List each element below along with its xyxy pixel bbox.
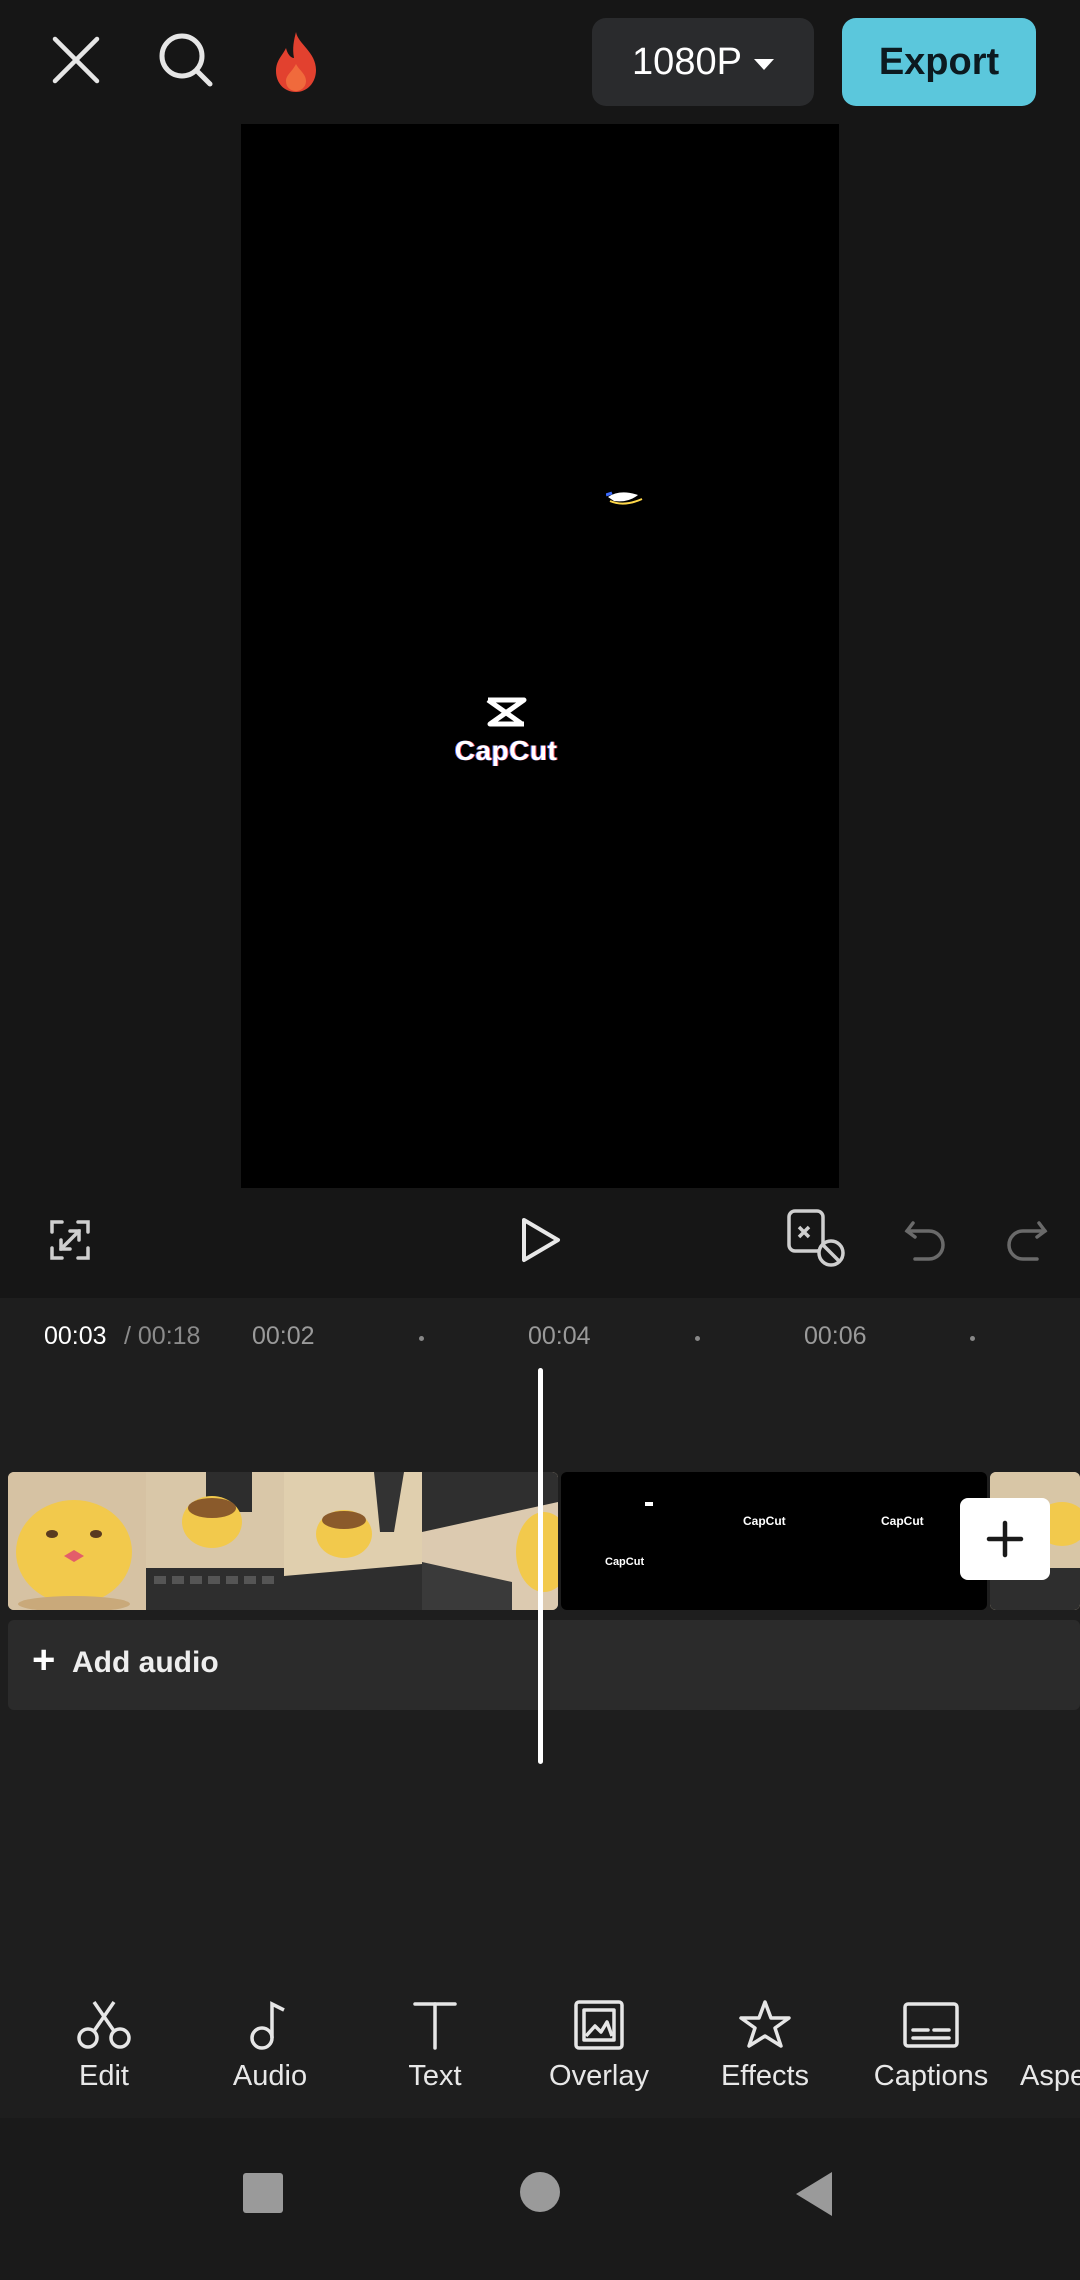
clip-thumbnail (8, 1472, 146, 1610)
tool-captions[interactable]: Captions (856, 2000, 1006, 2110)
video-clip[interactable] (8, 1472, 558, 1610)
scissors-icon (77, 2001, 131, 2049)
play-button[interactable] (506, 1206, 574, 1274)
redo-button[interactable] (996, 1208, 1056, 1268)
ruler-tick-label: 00:06 (804, 1322, 867, 1350)
caret-down-icon (753, 58, 774, 70)
search-icon (159, 33, 213, 87)
ruler-dot (970, 1336, 975, 1341)
flame-icon (276, 32, 316, 92)
close-button[interactable] (40, 24, 112, 96)
capcut-watermark: CapCut (451, 696, 561, 767)
glitch-fragment (606, 491, 643, 505)
plus-icon: + (32, 1638, 56, 1682)
top-bar: 1080P Export (0, 0, 1080, 124)
overlay-icon (574, 2000, 624, 2050)
add-audio-button[interactable]: + Add audio (8, 1620, 1080, 1710)
undo-icon (904, 1221, 945, 1261)
square-icon (243, 2173, 283, 2213)
video-preview[interactable]: CapCut (241, 124, 839, 1188)
tool-audio[interactable]: Audio (195, 2000, 345, 2110)
watermark-text: CapCut (454, 735, 558, 766)
tool-label: Audio (232, 2060, 308, 2092)
keyframe-icon (787, 1209, 845, 1267)
tool-label: Text (408, 2060, 462, 2092)
total-duration: / 00:18 (124, 1322, 201, 1350)
home-button[interactable] (518, 2170, 562, 2219)
tool-label: Overlay (549, 2060, 649, 2092)
tool-label: Captions (873, 2060, 989, 2092)
fullscreen-button[interactable] (38, 1208, 102, 1272)
player-controls (0, 1188, 1080, 1298)
play-icon (522, 1218, 560, 1262)
playhead[interactable] (538, 1368, 543, 1764)
fullscreen-icon (50, 1220, 90, 1260)
tool-label: Edit (79, 2060, 129, 2092)
tool-aspect[interactable]: Aspect (1020, 2000, 1080, 2110)
resolution-dropdown[interactable]: 1080P (592, 18, 814, 106)
tool-label: Aspect (1020, 2060, 1080, 2092)
glitch-fragment (645, 1502, 653, 1506)
close-icon (52, 36, 100, 84)
add-audio-label: Add audio (72, 1646, 219, 1679)
add-clip-button[interactable] (960, 1498, 1050, 1580)
triangle-back-icon (796, 2172, 832, 2216)
ruler-tick-label: 00:02 (252, 1322, 315, 1350)
circle-icon (520, 2172, 560, 2212)
ruler-dot (695, 1336, 700, 1341)
time-ruler: 00:03 / 00:18 00:02 00:04 00:06 (0, 1312, 1080, 1356)
music-note-icon (250, 2001, 285, 2050)
search-button[interactable] (150, 24, 222, 96)
current-time: 00:03 (44, 1322, 107, 1350)
text-icon (413, 2002, 457, 2050)
tool-overlay[interactable]: Overlay (524, 2000, 674, 2110)
ruler-dot (419, 1336, 424, 1341)
video-clip[interactable]: CapCut CapCut CapCut (561, 1472, 987, 1610)
back-button[interactable] (792, 2170, 836, 2223)
promo-flame-button[interactable] (260, 22, 332, 102)
tool-edit[interactable]: Edit (29, 2000, 179, 2110)
redo-icon (1007, 1221, 1048, 1261)
captions-icon (903, 2002, 959, 2048)
resolution-label: 1080P (632, 40, 742, 83)
bottom-toolbar: Edit Audio Text Overlay Effects Captions (0, 1938, 1080, 2118)
clip-thumbnail (146, 1472, 284, 1610)
effects-star-icon (739, 2000, 791, 2048)
recents-button[interactable] (240, 2170, 286, 2221)
video-track: CapCut CapCut CapCut (8, 1472, 1080, 1610)
clip-watermark: CapCut (743, 1514, 786, 1528)
clip-watermark: CapCut (605, 1556, 645, 1568)
clip-watermark: CapCut (881, 1514, 924, 1528)
clip-thumbnail (284, 1472, 422, 1610)
tool-effects[interactable]: Effects (690, 2000, 840, 2110)
keyframe-button[interactable] (780, 1202, 852, 1274)
capcut-logo-icon (486, 697, 527, 727)
tool-text[interactable]: Text (360, 2000, 510, 2110)
export-button[interactable]: Export (842, 18, 1036, 106)
tool-label: Effects (720, 2060, 810, 2092)
ruler-tick-label: 00:04 (528, 1322, 591, 1350)
plus-icon (986, 1520, 1024, 1558)
system-navigation-bar (0, 2118, 1080, 2280)
undo-button[interactable] (896, 1208, 956, 1268)
aspect-icon (1020, 2000, 1080, 2050)
